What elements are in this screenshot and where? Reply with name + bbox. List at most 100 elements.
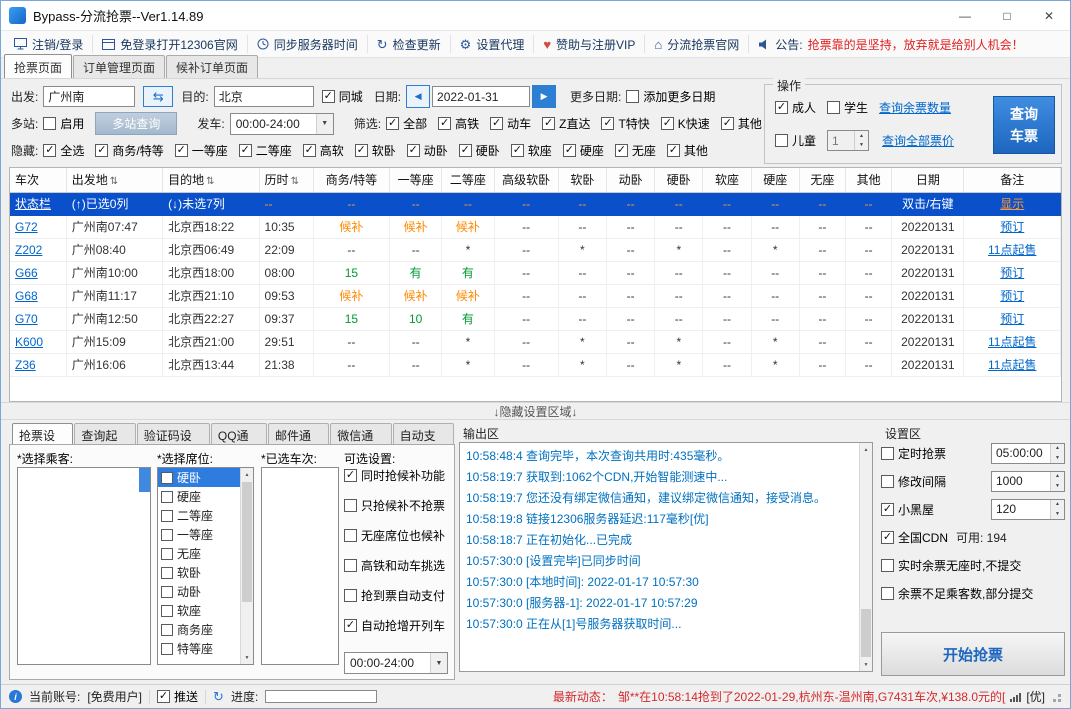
hide-other-checkbox[interactable]: 其他 (667, 142, 708, 159)
same-city-checkbox[interactable]: 同城 (322, 88, 363, 105)
status-row[interactable]: 状态栏 (↑)已选0列 (↓)未选7列 -- -- -- -- -- -- --… (10, 192, 1061, 215)
stepper-up-icon[interactable] (1051, 472, 1064, 482)
partial-submit-checkbox[interactable]: 余票不足乘客数,部分提交 (881, 585, 1033, 602)
train-row[interactable]: G72 广州南07:47 北京西18:22 10:35 候补 候补 候补 -- … (10, 215, 1061, 238)
blackroom-stepper[interactable]: 120 (991, 499, 1065, 520)
hide-first-checkbox[interactable]: 一等座 (175, 142, 228, 159)
train-row[interactable]: Z202 广州08:40 北京西06:49 22:09 -- -- * -- *… (10, 238, 1061, 261)
seat-item[interactable]: 硬座 (158, 487, 240, 506)
query-remaining-link[interactable]: 查询余票数量 (879, 99, 951, 116)
start-grab-button[interactable]: 开始抢票 (881, 632, 1065, 676)
scroll-up-icon[interactable] (860, 443, 872, 456)
col-second[interactable]: 二等座 (442, 168, 494, 192)
seat-item[interactable]: 软座 (158, 601, 240, 620)
seat-item[interactable]: 动卧 (158, 582, 240, 601)
train-no[interactable]: K600 (10, 330, 66, 353)
seat-item[interactable]: 硬卧 (158, 468, 240, 487)
tab-order-page[interactable]: 订单管理页面 (73, 55, 165, 78)
noseat-checkbox[interactable]: 实时余票无座时,不提交 (881, 557, 1021, 574)
seat-item[interactable]: 特等座 (158, 639, 240, 658)
col-remark[interactable]: 备注 (964, 168, 1061, 192)
col-date[interactable]: 日期 (892, 168, 964, 192)
scrollbar[interactable] (240, 468, 253, 664)
filter-all-checkbox[interactable]: 全部 (386, 115, 427, 132)
col-emu-sleeper[interactable]: 动卧 (606, 168, 654, 192)
seat-item[interactable]: 一等座 (158, 525, 240, 544)
adult-checkbox[interactable]: 成人 (775, 99, 816, 116)
filter-t-checkbox[interactable]: T特快 (601, 115, 649, 132)
train-row[interactable]: G68 广州南11:17 北京西21:10 09:53 候补 候补 候补 -- … (10, 284, 1061, 307)
hide-wuzuo-checkbox[interactable]: 无座 (615, 142, 656, 159)
col-other[interactable]: 其他 (845, 168, 891, 192)
toolbar-proxy-settings[interactable]: ⚙ 设置代理 (451, 35, 535, 53)
opt-waitlist-checkbox[interactable]: 同时抢候补功能 (344, 467, 454, 484)
train-no[interactable]: G66 (10, 261, 66, 284)
train-row[interactable]: G66 广州南10:00 北京西18:00 08:00 15 有 有 -- --… (10, 261, 1061, 284)
seat-item[interactable]: 软卧 (158, 563, 240, 582)
toolbar-open-12306[interactable]: 免登录打开12306官网 (93, 35, 247, 53)
multi-enable-checkbox[interactable]: 启用 (43, 115, 84, 132)
toolbar-official-site[interactable]: ⌂ 分流抢票官网 (645, 35, 749, 53)
hide-all-checkbox[interactable]: 全选 (43, 142, 84, 159)
col-hard-seat[interactable]: 硬座 (751, 168, 799, 192)
output-log[interactable]: 10:58:48:4 查询完毕，本次查询共用时:435毫秒。 10:58:19:… (459, 442, 873, 672)
train-row[interactable]: Z36 广州16:06 北京西13:44 21:38 -- -- * -- * … (10, 353, 1061, 376)
filter-gaotie-checkbox[interactable]: 高铁 (438, 115, 479, 132)
to-input[interactable] (214, 86, 314, 107)
from-input[interactable] (43, 86, 135, 107)
stepper-up-icon[interactable] (1051, 444, 1064, 454)
stepper-down-icon[interactable] (1051, 481, 1064, 491)
hide-ruanwo-checkbox[interactable]: 软卧 (355, 142, 396, 159)
swap-stations-button[interactable] (143, 86, 173, 107)
prev-date-button[interactable] (406, 85, 430, 108)
grab-time-select[interactable]: 00:00-24:00 (344, 652, 448, 674)
hidden-settings-divider[interactable]: ↓隐藏设置区域↓ (1, 402, 1070, 420)
add-more-dates-checkbox[interactable]: 添加更多日期 (626, 88, 715, 105)
tab-waitlist-page[interactable]: 候补订单页面 (166, 55, 258, 78)
scrollbar-thumb[interactable] (242, 482, 252, 602)
toolbar-sponsor-vip[interactable]: ♥ 赞助与注册VIP (534, 35, 645, 53)
date-input[interactable] (432, 86, 530, 107)
sale-time-link[interactable]: 11点起售 (964, 330, 1061, 353)
col-soft-sleeper[interactable]: 软卧 (558, 168, 606, 192)
stepper-up-icon[interactable] (855, 131, 868, 141)
filter-other-checkbox[interactable]: 其他 (721, 115, 762, 132)
query-prices-link[interactable]: 查询全部票价 (882, 132, 954, 149)
child-checkbox[interactable]: 儿童 (775, 132, 816, 149)
book-link[interactable]: 预订 (964, 261, 1061, 284)
next-date-button[interactable] (532, 85, 556, 108)
train-row[interactable]: K600 广州15:09 北京西21:00 29:51 -- -- * -- *… (10, 330, 1061, 353)
train-no[interactable]: Z36 (10, 353, 66, 376)
col-no-seat[interactable]: 无座 (799, 168, 845, 192)
interval-stepper[interactable]: 1000 (991, 471, 1065, 492)
depart-time-select[interactable]: 00:00-24:00 (230, 113, 334, 135)
opt-waitlist-only-checkbox[interactable]: 只抢候补不抢票 (344, 497, 454, 514)
interval-checkbox[interactable]: 修改间隔 (881, 473, 946, 490)
opt-hsr-pick-checkbox[interactable]: 高铁和动车挑选 (344, 557, 454, 574)
train-row[interactable]: G70 广州南12:50 北京西22:27 09:37 15 10 有 -- -… (10, 307, 1061, 330)
hide-gaoruan-checkbox[interactable]: 高软 (303, 142, 344, 159)
scroll-down-icon[interactable] (241, 651, 253, 664)
opt-extra-trains-checkbox[interactable]: 自动抢增开列车 (344, 617, 454, 634)
book-link[interactable]: 预订 (964, 284, 1061, 307)
col-duration[interactable]: 历时 (259, 168, 313, 192)
train-no[interactable]: G72 (10, 215, 66, 238)
push-checkbox[interactable]: 推送 (157, 688, 198, 705)
timed-grab-checkbox[interactable]: 定时抢票 (881, 445, 946, 462)
hide-dongwo-checkbox[interactable]: 动卧 (407, 142, 448, 159)
multi-query-button[interactable]: 多站查询 (95, 112, 177, 135)
seat-item[interactable]: 商务座 (158, 620, 240, 639)
hide-yingzuo-checkbox[interactable]: 硬座 (563, 142, 604, 159)
train-no[interactable]: G70 (10, 307, 66, 330)
hide-second-checkbox[interactable]: 二等座 (239, 142, 292, 159)
scrollbar[interactable] (859, 443, 872, 671)
tab-grab-page[interactable]: 抢票页面 (4, 54, 72, 78)
hide-yingwo-checkbox[interactable]: 硬卧 (459, 142, 500, 159)
stepper-down-icon[interactable] (1051, 453, 1064, 463)
toolbar-login-logout[interactable]: 注销/登录 (5, 35, 93, 53)
scrollbar-thumb[interactable] (861, 609, 871, 657)
col-from[interactable]: 出发地 (66, 168, 162, 192)
toolbar-sync-time[interactable]: 同步服务器时间 (248, 35, 368, 53)
stepper-down-icon[interactable] (855, 141, 868, 151)
seat-listbox[interactable]: 硬卧 硬座 二等座 一等座 无座 软卧 动卧 软座 商务座 特等座 (157, 467, 254, 665)
